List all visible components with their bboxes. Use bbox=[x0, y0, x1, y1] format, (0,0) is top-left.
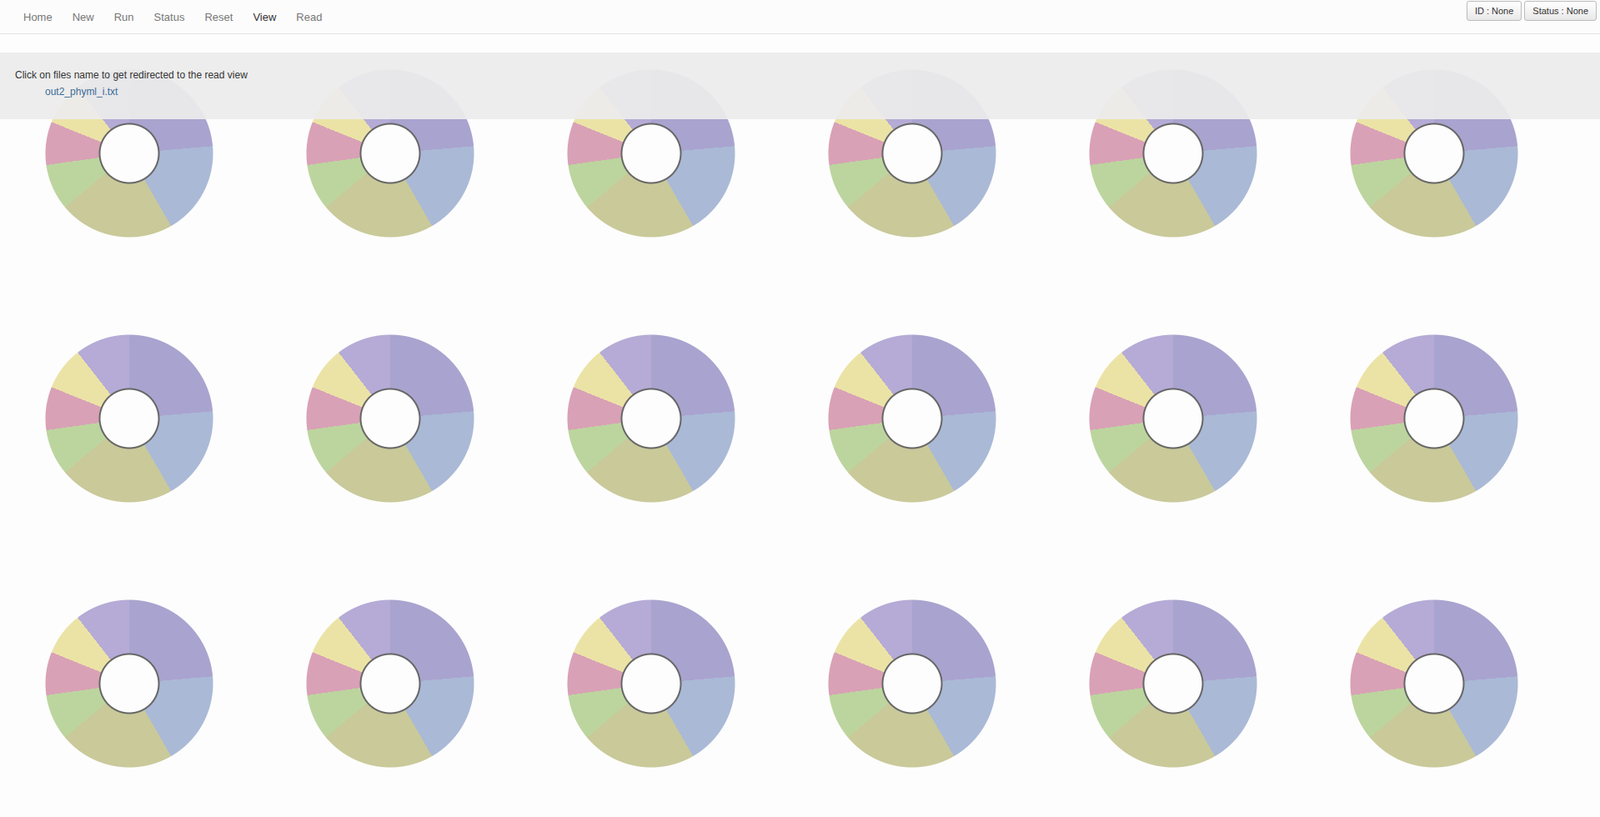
status-button[interactable]: ID : None bbox=[1466, 0, 1522, 21]
file-panel: Click on files name to get redirected to… bbox=[0, 52, 1600, 120]
status-button[interactable]: Status : None bbox=[1524, 0, 1597, 21]
nav-menu: HomeNewRunStatusResetViewRead bbox=[13, 2, 332, 32]
status-buttons: ID : NoneStatus : None bbox=[1466, 0, 1597, 21]
nav-item[interactable]: View bbox=[242, 2, 286, 32]
nav-item[interactable]: Status bbox=[144, 2, 196, 32]
nav-item[interactable]: New bbox=[62, 2, 105, 32]
panel-message: Click on files name to get redirected to… bbox=[15, 69, 1585, 81]
file-list: out2_phyml_i.txt bbox=[15, 85, 1585, 98]
nav-item[interactable]: Read bbox=[285, 2, 332, 32]
nav-item[interactable]: Run bbox=[104, 2, 145, 32]
file-link[interactable]: out2_phyml_i.txt bbox=[45, 85, 1585, 98]
navbar: HomeNewRunStatusResetViewRead ID : NoneS… bbox=[0, 0, 1600, 35]
nav-item[interactable]: Home bbox=[13, 2, 63, 32]
nav-item[interactable]: Reset bbox=[194, 2, 243, 32]
